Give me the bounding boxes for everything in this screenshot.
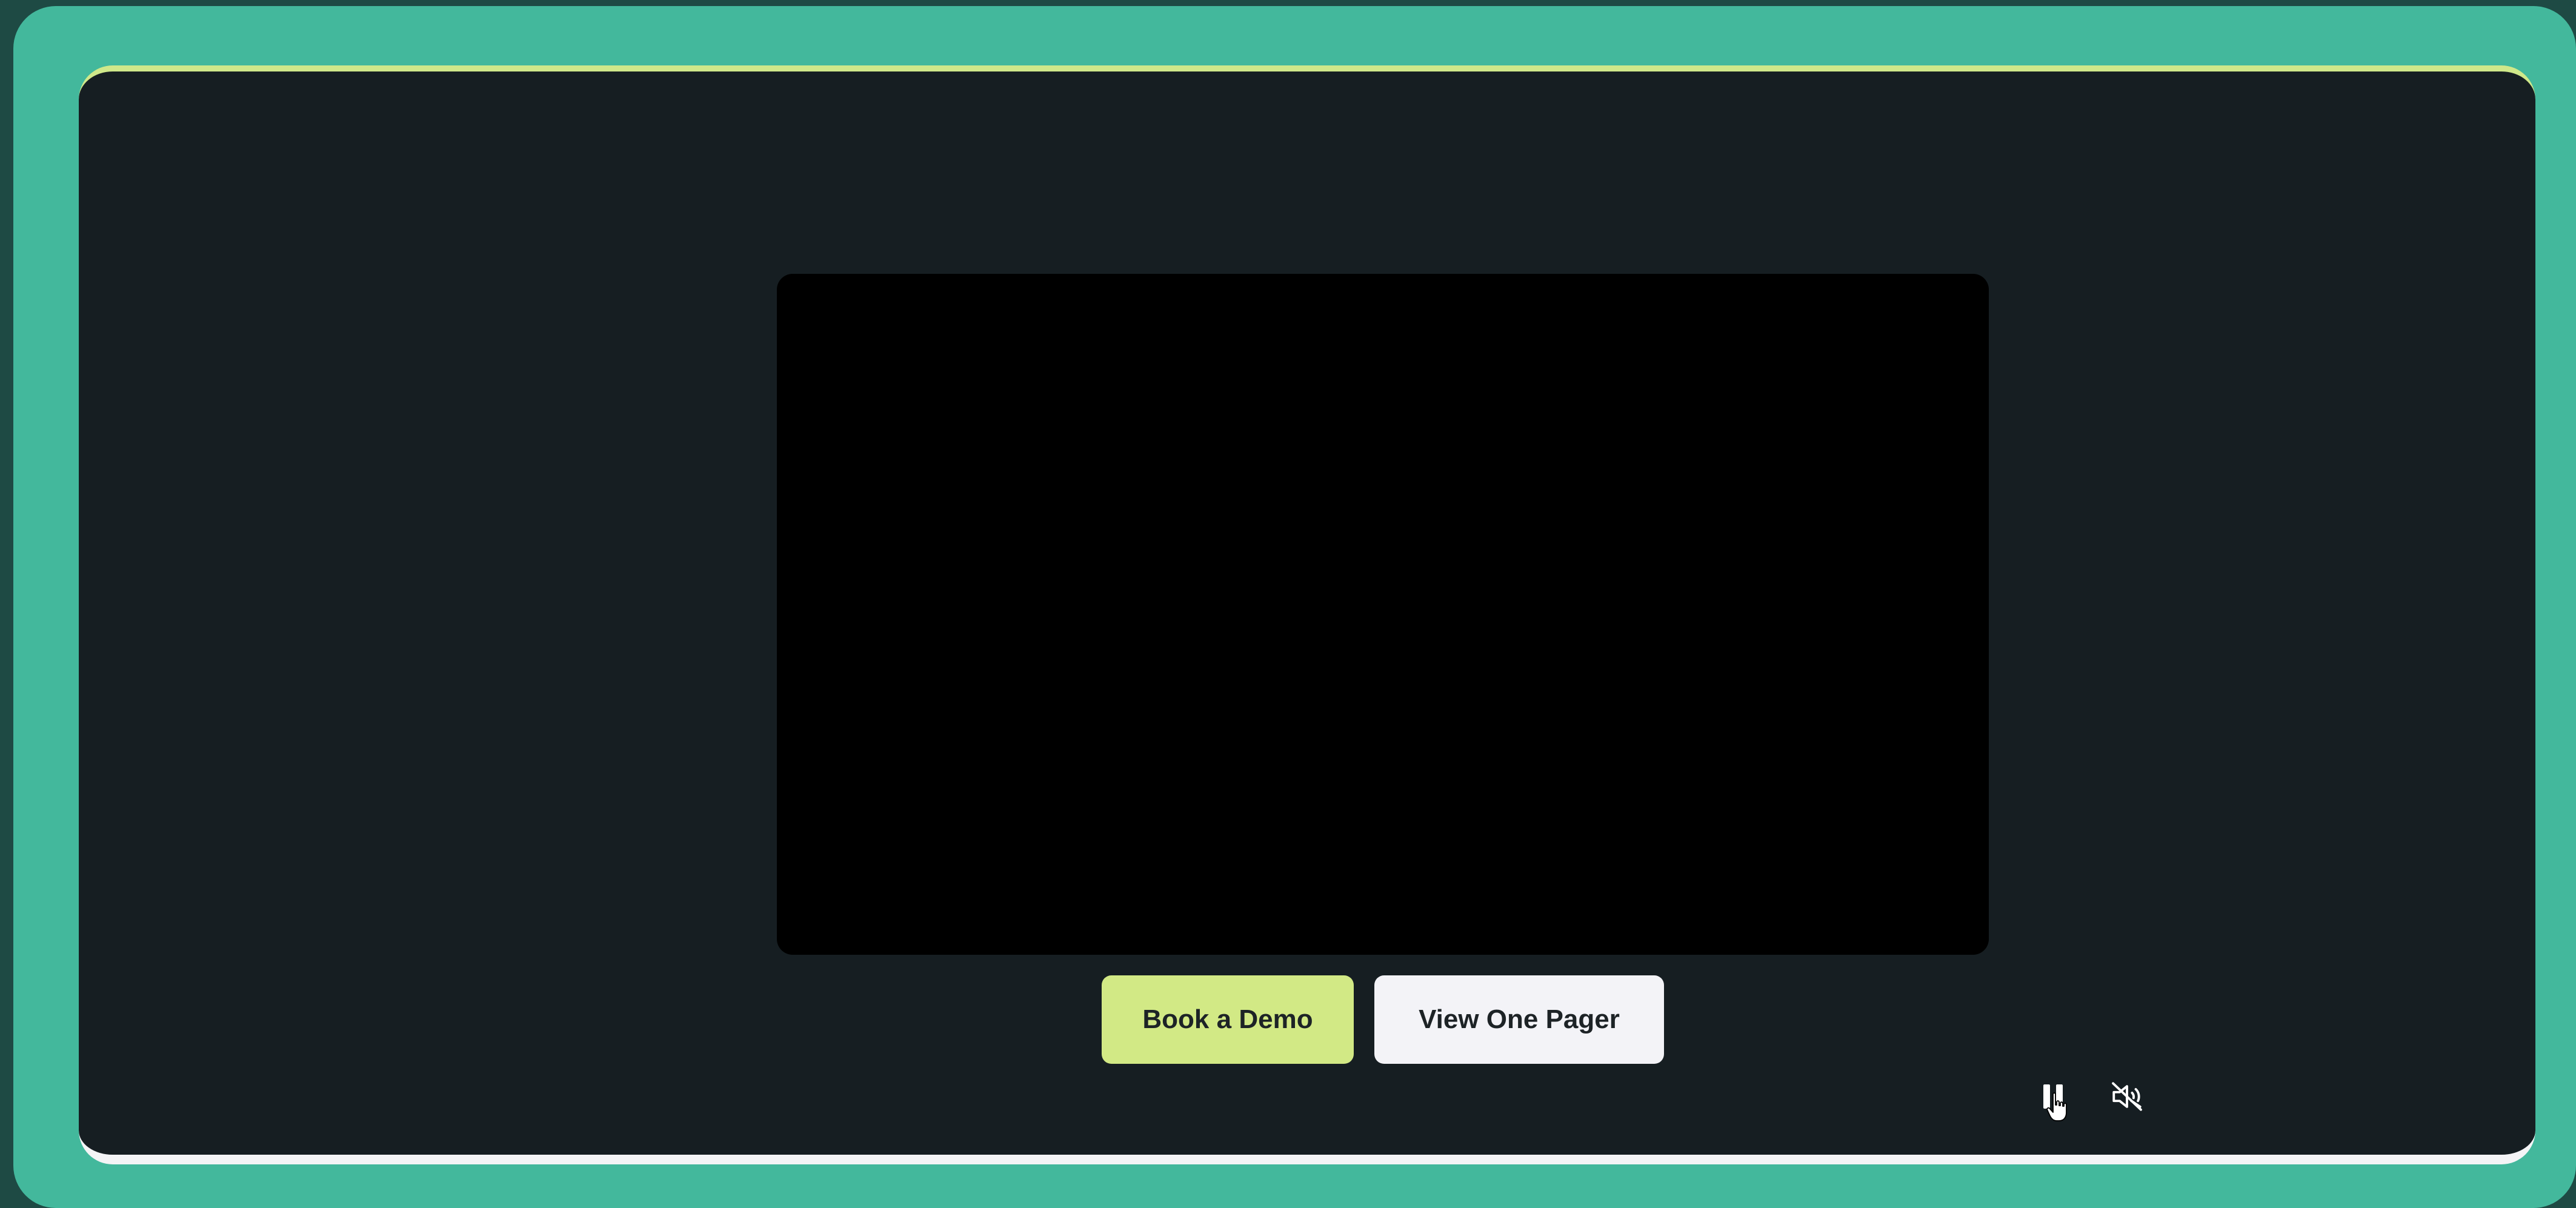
- mute-button[interactable]: [2105, 1075, 2149, 1118]
- video-controls: [2031, 1072, 2149, 1121]
- hand-pointer-icon: [2046, 1092, 2067, 1121]
- outer-frame: Book a Demo View One Pager: [13, 6, 2576, 1208]
- hero-panel: Book a Demo View One Pager: [79, 65, 2535, 1164]
- muted-speaker-icon: [2112, 1082, 2142, 1111]
- video-player[interactable]: [777, 274, 2142, 1121]
- view-one-pager-button[interactable]: View One Pager: [1374, 975, 1664, 1064]
- cta-row: Book a Demo View One Pager: [1102, 975, 1664, 1064]
- book-demo-button[interactable]: Book a Demo: [1102, 975, 1354, 1064]
- pause-button[interactable]: [2031, 1075, 2075, 1121]
